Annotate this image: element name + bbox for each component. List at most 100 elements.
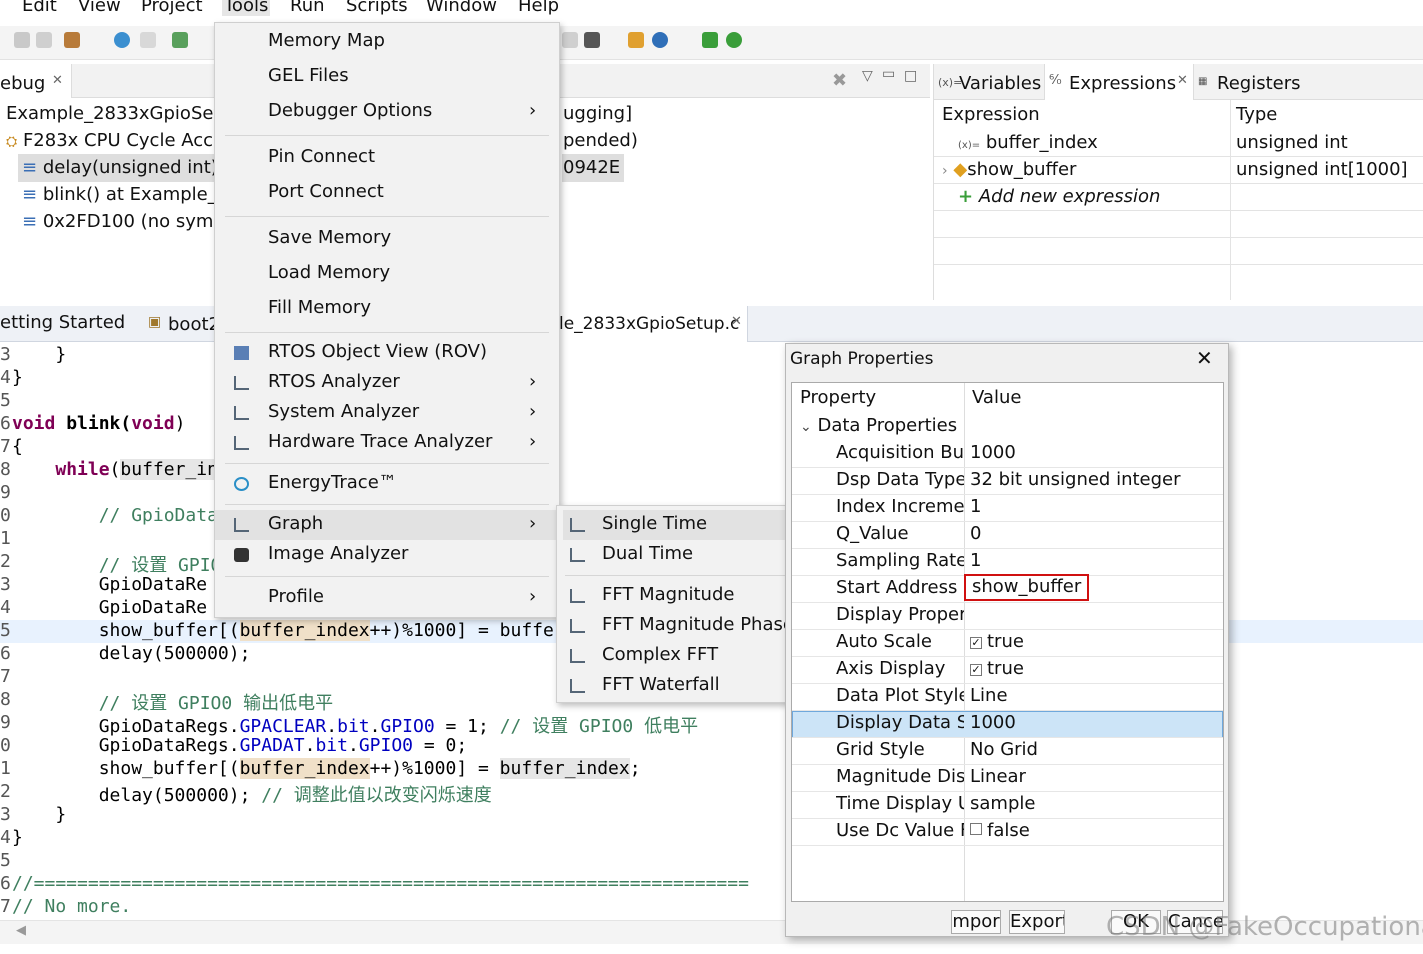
menu-tools[interactable]: Tools (222, 0, 271, 16)
property-value[interactable]: 1000 (970, 442, 1016, 463)
export-button[interactable]: Export (1009, 910, 1065, 934)
property-row[interactable]: Data Plot Style Line (792, 684, 1223, 711)
menu-window[interactable]: Window (426, 0, 497, 16)
close-icon[interactable]: ✕ (731, 314, 742, 329)
property-value[interactable]: 1000 (970, 712, 1016, 733)
property-value[interactable]: sample (970, 793, 1035, 814)
menu-item-rtos-analyzer[interactable]: RTOS Analyzer › (215, 368, 559, 398)
tab-gpio-setup[interactable]: le_2833xGpioSetup.c ✕ (558, 306, 748, 342)
code-line[interactable]: } (12, 344, 66, 365)
property-row[interactable]: Axis Display ✓ true (792, 657, 1223, 684)
menu-item-port-connect[interactable]: Port Connect (215, 178, 559, 208)
menu-item-gel-files[interactable]: GEL Files (215, 62, 559, 92)
property-value[interactable]: Line (970, 685, 1008, 706)
property-row[interactable]: Display Data Si 1000 (792, 711, 1223, 738)
property-value[interactable]: 1 (970, 550, 981, 571)
code-line[interactable]: delay(500000); (12, 643, 251, 664)
group-data-properties[interactable]: ⌄ Data Properties (800, 415, 957, 436)
menu-item-image-analyzer[interactable]: Image Analyzer (215, 540, 559, 570)
property-value[interactable]: Linear (970, 766, 1026, 787)
tree-item-address[interactable]: ≡ 0x2FD100 (no symb (22, 211, 225, 232)
code-line[interactable]: GpioDataRegs.GPADAT.bit.GPIO0 = 0; (12, 735, 468, 756)
property-row[interactable]: Time Display U sample (792, 792, 1223, 819)
property-row[interactable]: Sampling Rate 1 (792, 549, 1223, 576)
build-icon[interactable] (64, 32, 80, 48)
menu-item-rtos-object-view[interactable]: RTOS Object View (ROV) (215, 338, 559, 368)
property-row[interactable]: Grid Style No Grid (792, 738, 1223, 765)
property-row[interactable]: Display Propertie (792, 603, 1223, 630)
add-new-expression[interactable]: + Add new expression (958, 186, 1160, 207)
expression-row-show-buffer[interactable]: › ◆show_buffer (942, 159, 1076, 180)
code-line[interactable]: } (12, 804, 66, 825)
code-line[interactable]: //======================================… (12, 873, 782, 894)
code-line[interactable]: } (12, 827, 23, 848)
tab-variables[interactable]: Variables (959, 73, 1041, 94)
menu-item-load-memory[interactable]: Load Memory (215, 259, 559, 289)
tree-item-target[interactable]: Example_2833xGpioSetu (6, 103, 232, 124)
code-line[interactable]: show_buffer[(buffer_index++)%1000] = buf… (12, 620, 554, 641)
code-line[interactable]: while(buffer_in (12, 459, 218, 480)
property-row[interactable]: Auto Scale ✓ true (792, 630, 1223, 657)
start-address-field[interactable]: show_buffer (964, 574, 1090, 601)
code-line[interactable]: // No more. (12, 896, 131, 917)
menu-view[interactable]: View (78, 0, 121, 16)
code-line[interactable]: GpioDataRe (12, 597, 207, 618)
property-row[interactable]: Dsp Data Type 32 bit unsigned integer (792, 468, 1223, 495)
code-line[interactable]: void blink(void) (12, 413, 185, 434)
tab-expressions[interactable]: ⁶⁄₀ Expressions ✕ (1044, 64, 1194, 100)
menu-item-pin-connect[interactable]: Pin Connect (215, 143, 559, 173)
search-icon[interactable] (114, 32, 130, 48)
minimize-icon[interactable]: ▭ (882, 66, 895, 82)
code-line[interactable]: show_buffer[(buffer_index++)%1000] = buf… (12, 758, 641, 779)
window-icon[interactable] (140, 32, 156, 48)
tab-debug[interactable]: ebug ✕ (0, 64, 72, 98)
step-over-icon[interactable] (702, 32, 718, 48)
tab-registers[interactable]: Registers (1217, 73, 1301, 94)
view-menu-icon[interactable]: ▽ (862, 68, 873, 84)
maximize-icon[interactable]: □ (904, 68, 917, 84)
menu-item-hardware-trace-analyzer[interactable]: Hardware Trace Analyzer › (215, 428, 559, 458)
property-row[interactable]: Acquisition Buf 1000 (792, 441, 1223, 468)
column-header-property[interactable]: Property (800, 387, 876, 408)
restart-icon[interactable] (628, 32, 644, 48)
property-value[interactable]: 32 bit unsigned integer (970, 469, 1181, 490)
menu-edit[interactable]: Edit (22, 0, 57, 16)
menu-project[interactable]: Project (141, 0, 203, 16)
tree-item-delay[interactable]: ≡ delay(unsigned int) (22, 157, 218, 178)
checkbox-unchecked-icon[interactable] (970, 823, 982, 835)
scroll-left-icon[interactable]: ◀ (16, 923, 26, 938)
code-line[interactable]: delay(500000); // 调整此值以改变闪烁速度 (12, 781, 492, 807)
step-return-icon[interactable] (726, 32, 742, 48)
property-row[interactable]: Q_Value 0 (792, 522, 1223, 549)
chevron-down-icon[interactable]: ⌄ (800, 419, 812, 435)
menu-scripts[interactable]: Scripts (346, 0, 408, 16)
column-header-expression[interactable]: Expression (942, 104, 1040, 125)
save-icon[interactable] (14, 32, 30, 48)
property-row[interactable]: Start Address show_buffer (792, 574, 1223, 603)
menu-item-save-memory[interactable]: Save Memory (215, 224, 559, 254)
remove-all-icon[interactable]: ✖ (832, 70, 847, 91)
expand-chevron-icon[interactable]: › (942, 163, 948, 179)
close-icon[interactable]: ✕ (1196, 346, 1213, 370)
expression-row-buffer-index[interactable]: (x)= buffer_index (958, 132, 1098, 153)
code-line[interactable]: { (12, 436, 23, 457)
close-icon[interactable]: ✕ (1177, 73, 1188, 88)
column-header-type[interactable]: Type (1236, 104, 1277, 125)
save-all-icon[interactable] (36, 32, 52, 48)
property-row[interactable]: Index Incremen 1 (792, 495, 1223, 522)
debug-bug-icon[interactable] (172, 32, 188, 48)
property-value[interactable]: 0 (970, 523, 981, 544)
menu-run[interactable]: Run (290, 0, 325, 16)
step-icon[interactable] (562, 32, 578, 48)
run-to-icon[interactable] (584, 32, 600, 48)
tab-boot[interactable]: boot2 (168, 314, 220, 335)
property-row[interactable]: Use Dc Value F false (792, 819, 1223, 846)
checkbox-checked-icon[interactable]: ✓ (970, 664, 982, 676)
property-value[interactable]: No Grid (970, 739, 1038, 760)
menu-item-debugger-options[interactable]: Debugger Options › (215, 97, 559, 127)
menu-help[interactable]: Help (518, 0, 559, 16)
code-line[interactable]: // GpioData (12, 505, 218, 526)
menu-item-memory-map[interactable]: Memory Map (215, 27, 559, 57)
checkbox-checked-icon[interactable]: ✓ (970, 637, 982, 649)
property-value[interactable]: 1 (970, 496, 981, 517)
